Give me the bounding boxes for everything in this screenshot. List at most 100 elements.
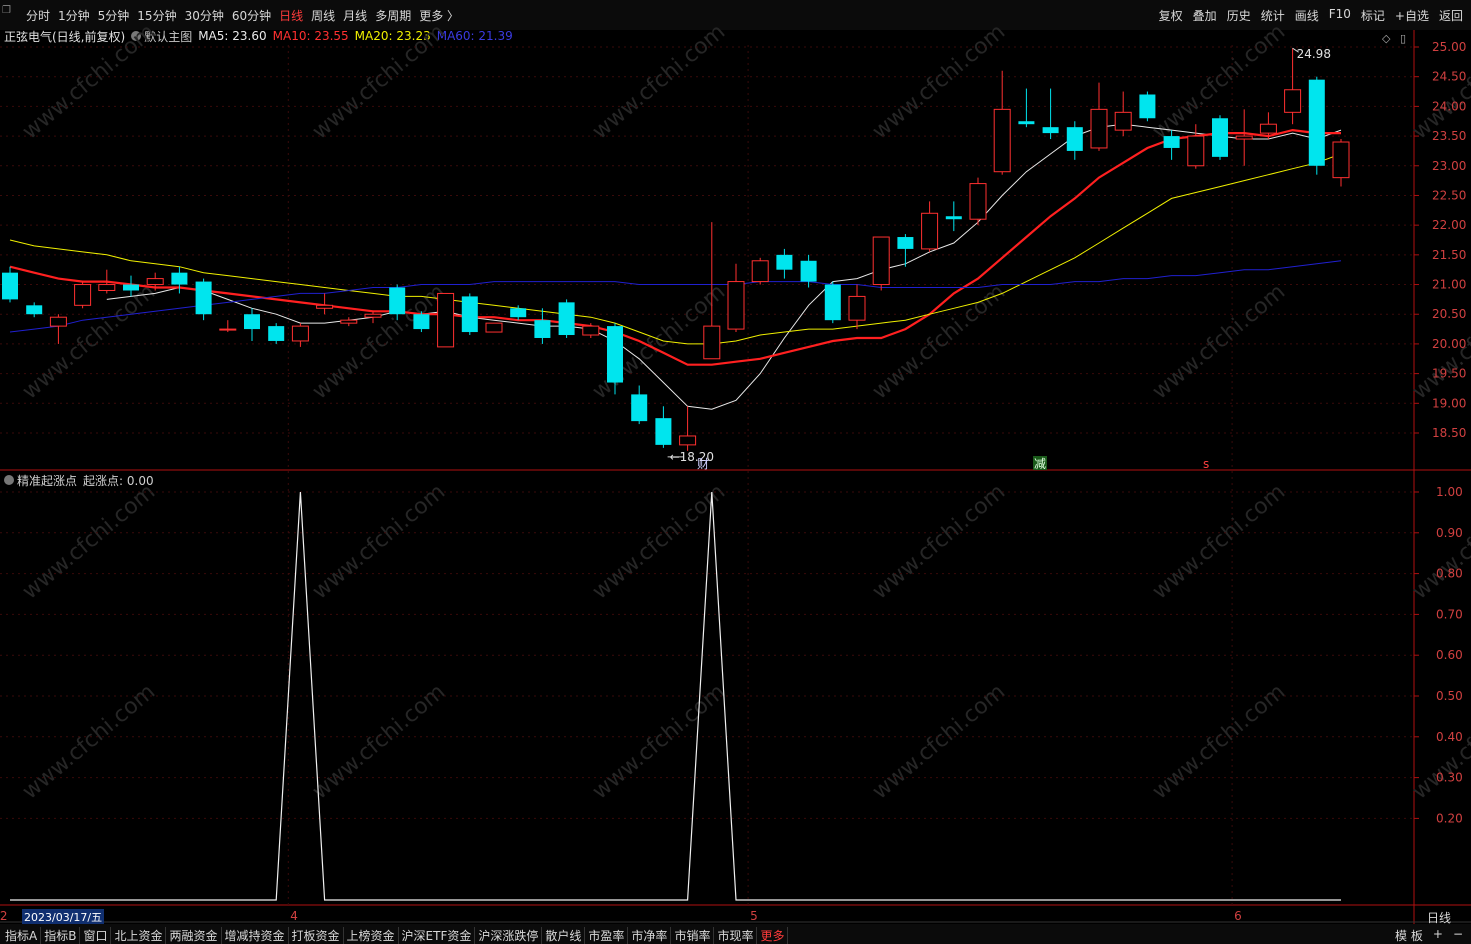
- y-tick-label: 22.50: [1432, 188, 1466, 202]
- candle-body: [607, 326, 623, 383]
- watermark-text: www.cfchi.com: [308, 479, 450, 604]
- panel-toggle-icon: ▯: [1400, 32, 1406, 45]
- candle: [1212, 115, 1228, 160]
- y-tick-label: 21.50: [1432, 248, 1466, 262]
- candle: [485, 322, 503, 333]
- candle: [74, 281, 92, 309]
- candle: [413, 311, 430, 333]
- candle: [195, 278, 212, 321]
- y-tick-label: 0.20: [1436, 811, 1463, 825]
- y-tick-label: 25.00: [1432, 40, 1466, 54]
- ma5-line: [106, 123, 1342, 410]
- bottom-tab[interactable]: 市净率: [628, 927, 672, 944]
- candle-body: [26, 305, 43, 315]
- bottom-tab[interactable]: 指标B: [41, 927, 81, 944]
- candle-body: [244, 314, 260, 330]
- bottom-control[interactable]: +: [1433, 927, 1443, 944]
- watermark-text: www.cfchi.com: [868, 679, 1010, 804]
- candle: [26, 302, 43, 318]
- candle: [1042, 88, 1059, 140]
- candle-body: [751, 260, 769, 283]
- candle-body: [776, 254, 793, 270]
- bottom-tab[interactable]: 市销率: [671, 927, 715, 944]
- candle-body: [558, 302, 575, 336]
- candle-body: [98, 284, 116, 291]
- candle-body: [679, 435, 697, 446]
- candle-body: [534, 320, 551, 338]
- candle-body: [1163, 136, 1180, 148]
- candle: [679, 406, 697, 451]
- bottom-tab[interactable]: 沪深ETF资金: [399, 927, 476, 944]
- bottom-tab[interactable]: 北上资金: [111, 927, 167, 944]
- candle: [897, 234, 914, 267]
- candle-body: [268, 326, 285, 341]
- candle: [993, 70, 1011, 175]
- y-tick-label: 18.50: [1432, 426, 1466, 440]
- y-tick-label: 1.00: [1436, 485, 1463, 499]
- bottom-control[interactable]: −: [1453, 927, 1463, 944]
- bottom-tab[interactable]: 市现率: [714, 927, 758, 944]
- candle-body: [921, 212, 939, 250]
- y-tick-label: 23.00: [1432, 159, 1466, 173]
- bottom-tab[interactable]: 增减持资金: [222, 927, 289, 944]
- watermark-text: www.cfchi.com: [18, 679, 160, 804]
- candle: [244, 308, 260, 341]
- candle-body: [364, 313, 382, 318]
- candle: [751, 257, 769, 285]
- y-tick-label: 20.50: [1432, 307, 1466, 321]
- bottom-tab[interactable]: 上榜资金: [344, 927, 399, 944]
- candle-body: [1090, 108, 1108, 149]
- candle-body: [1308, 79, 1325, 166]
- candle-body: [582, 325, 600, 336]
- y-tick-label: 22.00: [1432, 218, 1466, 232]
- candle: [219, 320, 237, 333]
- candle-body: [945, 216, 962, 220]
- y-tick-label: 19.50: [1432, 367, 1466, 381]
- y-tick-label: 23.50: [1432, 129, 1466, 143]
- bottom-tab[interactable]: 两融资金: [166, 927, 222, 944]
- candle-body: [969, 183, 987, 220]
- candle: [921, 201, 939, 252]
- candle: [171, 266, 188, 294]
- bottom-tab[interactable]: 更多: [757, 927, 789, 944]
- candle-body: [1259, 123, 1277, 134]
- candle-body: [74, 284, 92, 306]
- x-tick-label: 5: [750, 909, 758, 923]
- watermark-layer: www.cfchi.com www.cfchi.com www.cfchi.com w…: [18, 19, 1471, 804]
- candle-body: [800, 260, 817, 282]
- candle: [291, 323, 309, 347]
- y-tick-label: 0.80: [1436, 567, 1463, 581]
- y-tick-label: 19.00: [1432, 396, 1466, 410]
- candle-body: [655, 418, 672, 445]
- watermark-text: www.cfchi.com: [18, 479, 160, 604]
- y-tick-label: 0.40: [1436, 730, 1463, 744]
- watermark-text: www.cfchi.com: [588, 19, 730, 144]
- candle: [1308, 76, 1325, 175]
- candle-body: [1212, 118, 1228, 157]
- candle-body: [703, 325, 721, 360]
- chart-canvas[interactable]: www.cfchi.com www.cfchi.com www.cfchi.com w…: [0, 0, 1471, 924]
- candle: [824, 281, 841, 324]
- candle-body: [340, 319, 358, 324]
- candle-body: [872, 236, 890, 286]
- bottom-tab[interactable]: 沪深涨跌停: [475, 927, 543, 944]
- candle: [1090, 82, 1108, 151]
- bottom-tab[interactable]: 指标A: [2, 927, 42, 944]
- x-tick-label: 4: [290, 909, 298, 923]
- bottom-tab[interactable]: 打板资金: [289, 927, 344, 944]
- bottom-tab[interactable]: 散户线: [542, 927, 586, 944]
- watermark-text: www.cfchi.com: [1148, 479, 1290, 604]
- bottom-tab[interactable]: 窗口: [80, 927, 112, 944]
- bottom-tab[interactable]: 市盈率: [585, 927, 629, 944]
- candle: [969, 177, 987, 226]
- y-tick-label: 0.50: [1436, 689, 1463, 703]
- candle: [1066, 121, 1083, 160]
- bottom-control[interactable]: 模 板: [1395, 927, 1423, 944]
- y-tick-label: 0.90: [1436, 526, 1463, 540]
- candle-body: [993, 108, 1011, 173]
- candle-body: [1187, 135, 1205, 167]
- y-tick-label: 0.30: [1436, 771, 1463, 785]
- candle: [1235, 109, 1253, 166]
- watermark-text: www.cfchi.com: [308, 679, 450, 804]
- y-tick-label: 0.70: [1436, 607, 1463, 621]
